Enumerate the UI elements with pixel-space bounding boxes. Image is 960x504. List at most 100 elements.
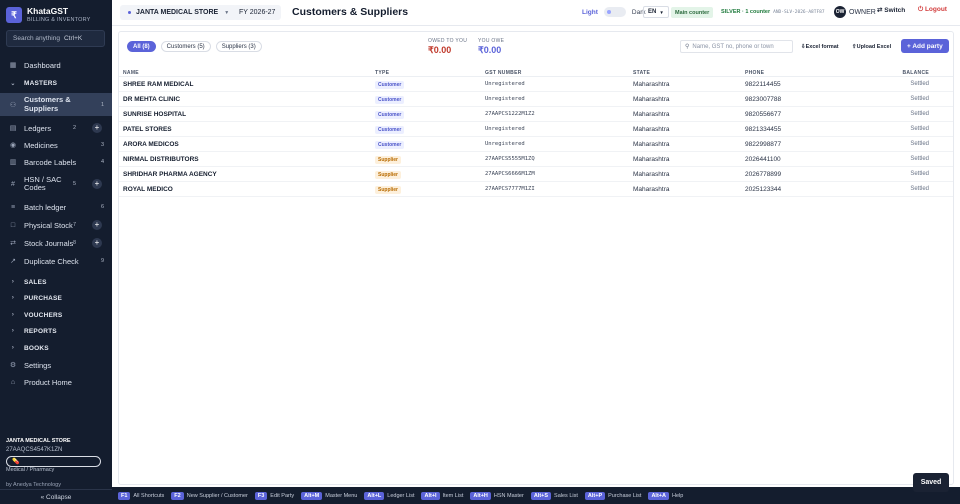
party-phone: 9821334455: [745, 126, 782, 133]
chevron-right-icon: ›: [11, 279, 15, 285]
sidebar-item-product-home[interactable]: ⌂ Product Home: [0, 374, 112, 390]
sidebar-item-settings[interactable]: ⚙ Settings: [0, 357, 112, 373]
theme-switch[interactable]: [603, 7, 626, 17]
shortcut-item[interactable]: F1 All Shortcuts: [118, 491, 164, 500]
journal-icon: ⇄: [10, 240, 16, 247]
party-name: NIRMAL DISTRIBUTORS: [123, 156, 199, 163]
shortcut-label: Item List: [442, 492, 464, 499]
party-phone: 9823007788: [745, 96, 782, 103]
add-hsn-button[interactable]: +: [92, 179, 102, 189]
store-selector[interactable]: JANTA MEDICAL STORE ▼: [120, 5, 238, 20]
party-phone: 9822998877: [745, 141, 782, 148]
sidebar-item-ledgers[interactable]: ▤ Ledgers 2 +: [0, 120, 112, 136]
sidebar-item-batch-ledger[interactable]: ≡ Batch ledger 6: [0, 199, 112, 215]
party-name: SHRIDHAR PHARMA AGENCY: [123, 171, 217, 178]
shortcut-key: Alt+S: [530, 491, 552, 500]
shortcut-item[interactable]: Alt+H HSN Master: [470, 491, 524, 500]
switch-button[interactable]: ⇄ Switch: [877, 6, 905, 14]
sidebar-section-vouchers[interactable]: › VOUCHERS: [0, 307, 112, 323]
shortcut-number: 6: [100, 204, 104, 210]
sidebar-section-purchase[interactable]: › PURCHASE: [0, 290, 112, 306]
header-phone[interactable]: PHONE: [745, 70, 764, 76]
logout-button[interactable]: ⏻ Logout: [918, 6, 947, 14]
sidebar-item-hsn-sac-codes[interactable]: # HSN / SAC Codes 5 +: [0, 175, 112, 192]
theme-light-label: Light: [582, 8, 598, 16]
add-stock-journal-button[interactable]: +: [92, 238, 102, 248]
theme-toggle[interactable]: Light Dark: [582, 7, 646, 17]
sidebar-item-barcode-labels[interactable]: ▥ Barcode Labels 4: [0, 154, 112, 170]
add-ledger-button[interactable]: +: [92, 123, 102, 133]
table-row[interactable]: ROYAL MEDICO Supplier 27AAPCS7777M1ZI Mahar…: [119, 182, 953, 197]
shortcut-item[interactable]: F2 New Supplier / Customer: [171, 491, 248, 500]
upload-excel-button[interactable]: ⇧ Upload Excel: [849, 40, 894, 53]
sidebar-item-stock-journals[interactable]: ⇄ Stock Journals 8 +: [0, 235, 112, 251]
table-row[interactable]: SHREE RAM MEDICAL Customer Unregistered Mah…: [119, 77, 953, 92]
sidebar-item-duplicate-check[interactable]: ↗ Duplicate Check 9: [0, 253, 112, 269]
footer-vendor: by Anedya Technology: [6, 482, 61, 488]
table-row[interactable]: PATEL STORES Customer Unregistered Maharash…: [119, 122, 953, 137]
party-state: Maharashtra: [633, 141, 670, 148]
header-balance[interactable]: BALANCE: [902, 70, 929, 76]
sidebar-item-medicines[interactable]: ◉ Medicines 3: [0, 137, 112, 153]
party-state: Maharashtra: [633, 171, 670, 178]
table-row[interactable]: ARORA MEDICOS Customer Unregistered Maharas…: [119, 137, 953, 152]
shortcut-item[interactable]: F3 Edit Party: [254, 491, 295, 500]
header-name[interactable]: NAME: [123, 70, 139, 76]
filter-customers[interactable]: Customers (5): [160, 41, 211, 52]
chevron-down-icon: ▼: [659, 9, 664, 15]
table-row[interactable]: DR MEHTA CLINIC Customer Unregistered Mahar…: [119, 92, 953, 107]
table-row[interactable]: NIRMAL DISTRIBUTORS Supplier 27AAPCS5555M1…: [119, 152, 953, 167]
add-party-button[interactable]: + Add party: [901, 39, 949, 53]
table-row[interactable]: SHRIDHAR PHARMA AGENCY Supplier 27AAPCS666…: [119, 167, 953, 182]
brand[interactable]: ₹ KhataGST BILLING & INVENTORY: [6, 6, 91, 24]
shortcut-item[interactable]: Alt+P Purchase List: [584, 491, 641, 500]
header-state[interactable]: STATE: [633, 70, 650, 76]
shortcut-item[interactable]: Alt+S Sales List: [530, 491, 578, 500]
sidebar-item-customers-suppliers[interactable]: ⚇ Customers & Suppliers 1: [0, 93, 112, 116]
filter-all[interactable]: All (8): [127, 41, 156, 52]
shortcut-number: 3: [100, 142, 104, 148]
header-gst[interactable]: GST NUMBER: [485, 70, 522, 76]
shortcut-number: 5: [72, 181, 76, 187]
shortcut-label: New Supplier / Customer: [186, 492, 248, 499]
page-title: Customers & Suppliers: [292, 6, 409, 18]
sidebar-section-label: VOUCHERS: [24, 311, 63, 319]
party-gst: 27AAPCS1222M1Z2: [485, 111, 535, 117]
party-search-input[interactable]: ⚲ Name, GST no, phone or town: [680, 40, 793, 53]
layers-icon: ≡: [10, 203, 16, 211]
party-balance: Settled: [910, 126, 929, 132]
switch-label: Switch: [884, 7, 906, 14]
search-shortcut-hint: Ctrl+K: [63, 35, 83, 42]
add-physical-stock-button[interactable]: +: [92, 220, 102, 230]
saved-toast: Saved: [913, 473, 949, 492]
shortcut-item[interactable]: Alt+A Help: [648, 491, 683, 500]
header-type[interactable]: TYPE: [375, 70, 389, 76]
excel-format-label: Excel format: [805, 43, 839, 50]
sidebar-item-label: Medicines: [24, 140, 58, 150]
filter-suppliers[interactable]: Suppliers (3): [215, 41, 262, 52]
collapse-sidebar-button[interactable]: « Collapse: [0, 489, 112, 504]
sidebar-section-reports[interactable]: › REPORTS: [0, 323, 112, 339]
sidebar-item-dashboard[interactable]: ▦ Dashboard: [0, 57, 112, 73]
sidebar-section-sales[interactable]: › SALES: [0, 274, 112, 290]
party-balance: Settled: [910, 81, 929, 87]
user-menu[interactable]: OW OWNER: [834, 6, 876, 18]
party-type: Customer: [375, 126, 405, 134]
shortcut-item[interactable]: Alt+M Master Menu: [301, 491, 357, 500]
chevron-right-icon: ›: [11, 345, 15, 351]
sidebar-section-books[interactable]: › BOOKS: [0, 340, 112, 356]
table-row[interactable]: SUNRISE HOSPITAL Customer 27AAPCS1222M1Z2 M…: [119, 107, 953, 122]
shortcut-label: Edit Party: [270, 492, 295, 499]
shortcut-item[interactable]: Alt+I Item List: [421, 491, 464, 500]
sidebar-search-input[interactable]: Search anything Ctrl+K: [6, 30, 105, 47]
fiscal-year-selector[interactable]: FY 2026-27: [233, 5, 282, 20]
users-icon: ⚇: [9, 101, 17, 109]
language-selector[interactable]: EN ▼: [643, 6, 669, 18]
excel-format-button[interactable]: ⇩ Excel format: [798, 40, 842, 53]
plan-code: AND-SLV-2026-A8TF87: [773, 10, 825, 15]
shortcut-item[interactable]: Alt+L Ledger List: [364, 491, 414, 500]
sidebar-section-masters[interactable]: ⌄ MASTERS: [0, 75, 112, 91]
party-gst: Unregistered: [485, 141, 525, 147]
owed-to-you-summary: OWED TO YOU ₹0.00: [428, 38, 467, 56]
sidebar-item-physical-stock[interactable]: □ Physical Stock 7 +: [0, 217, 112, 233]
